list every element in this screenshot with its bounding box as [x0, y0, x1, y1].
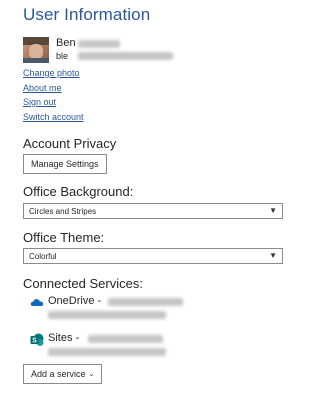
- avatar-face: [29, 44, 43, 59]
- manage-settings-button[interactable]: Manage Settings: [23, 154, 107, 174]
- user-name: Ben: [56, 37, 76, 49]
- sites-label: Sites -: [48, 332, 80, 344]
- user-information-pane: User Information Ben ble Change photo Ab…: [0, 0, 314, 400]
- account-privacy-heading: Account Privacy: [23, 136, 117, 151]
- office-theme-value: Colorful: [29, 251, 57, 261]
- office-background-value: Circles and Stripes: [29, 206, 97, 216]
- redacted-email: [78, 52, 173, 60]
- page-title: User Information: [23, 5, 151, 24]
- redacted-surname: [78, 40, 120, 48]
- sharepoint-icon: S: [30, 333, 44, 346]
- add-a-service-button[interactable]: Add a service ⌄: [23, 364, 103, 384]
- redacted-sites-account: [48, 348, 166, 356]
- switch-account-link[interactable]: Switch account: [23, 112, 84, 122]
- redacted-onedrive-account: [48, 311, 166, 319]
- redacted-sites-org: [88, 335, 163, 343]
- office-theme-heading: Office Theme:: [23, 230, 105, 245]
- office-background-select[interactable]: Circles and Stripes ▼: [23, 203, 283, 219]
- avatar: [23, 37, 49, 63]
- change-photo-link[interactable]: Change photo: [23, 68, 80, 78]
- onedrive-icon: [30, 299, 44, 306]
- manage-settings-label: Manage Settings: [31, 159, 99, 169]
- connected-services-heading: Connected Services:: [23, 276, 143, 291]
- avatar-shirt: [23, 58, 49, 63]
- onedrive-label: OneDrive -: [48, 295, 102, 307]
- user-email: ble: [56, 51, 69, 61]
- office-theme-select[interactable]: Colorful ▼: [23, 248, 283, 264]
- svg-text:S: S: [32, 338, 37, 345]
- chevron-down-icon: ⌄: [88, 371, 95, 378]
- office-background-heading: Office Background:: [23, 184, 134, 199]
- add-a-service-label: Add a service: [31, 369, 86, 379]
- about-me-link[interactable]: About me: [23, 83, 62, 93]
- redacted-onedrive-org: [108, 298, 183, 306]
- chevron-down-icon: ▼: [269, 251, 277, 260]
- chevron-down-icon: ▼: [269, 206, 277, 215]
- sign-out-link[interactable]: Sign out: [23, 97, 56, 107]
